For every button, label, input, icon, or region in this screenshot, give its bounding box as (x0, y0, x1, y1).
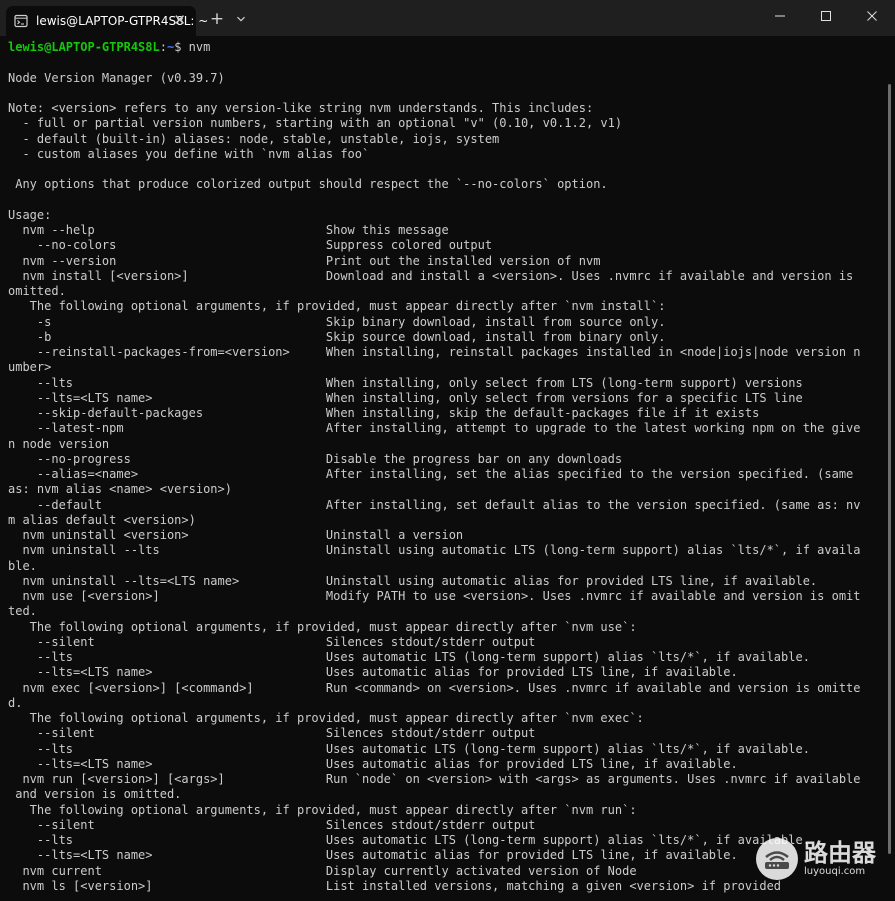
output-line: Any options that produce colorized outpu… (8, 177, 608, 192)
prompt-separator: : (159, 40, 167, 54)
output-line: nvm uninstall <version> Uninstall a vers… (8, 528, 464, 542)
prompt-symbol: $ (174, 40, 189, 54)
output-line: d. (8, 695, 23, 710)
tab-close-icon[interactable]: ✕ (173, 11, 186, 29)
output-line: nvm use [<version>] Modify PATH to use <… (8, 589, 861, 603)
title-bar: lewis@LAPTOP-GTPR4S8L: ~ ✕ + (0, 0, 895, 36)
close-button[interactable] (849, 0, 895, 32)
output-line: The following optional arguments, if pro… (8, 711, 644, 725)
output-line: --lts Uses automatic LTS (long-term supp… (8, 741, 810, 756)
output-line: --lts When installing, only select from … (8, 375, 803, 390)
output-line: --lts=<LTS name> Uses automatic alias fo… (8, 756, 738, 771)
watermark: 路由器 luyouqi.com (756, 834, 886, 884)
output-line: nvm exec [<version>] [<command>] Run <co… (8, 680, 861, 695)
output-line: --alias=<name> After installing, set the… (8, 467, 854, 481)
watermark-en: luyouqi.com (804, 866, 866, 877)
output-line: --lts=<LTS name> When installing, only s… (8, 390, 803, 405)
prompt-line: lewis@LAPTOP-GTPR4S8L:~$ nvm (8, 40, 210, 55)
output-line: omitted. (8, 284, 66, 298)
output-line: --reinstall-packages-from=<version> When… (8, 345, 861, 359)
chevron-down-icon[interactable] (232, 8, 250, 30)
output-line: The following optional arguments, if pro… (8, 619, 637, 634)
output-line: -s Skip binary download, install from so… (8, 314, 666, 329)
watermark-cn: 路由器 (804, 839, 876, 867)
output-line: nvm current Display currently activated … (8, 863, 637, 878)
output-line: m alias default <version>) (8, 512, 196, 527)
output-line: - default (built-in) aliases: node, stab… (8, 131, 500, 146)
output-line: nvm run [<version>] [<args>] Run `node` … (8, 772, 861, 786)
output-line: The following optional arguments, if pro… (8, 299, 666, 314)
scrollbar[interactable] (881, 36, 895, 901)
terminal-output[interactable]: lewis@LAPTOP-GTPR4S8L:~$ nvm Node Versio… (0, 36, 880, 901)
output-line: nvm uninstall --lts=<LTS name> Uninstall… (8, 573, 818, 588)
output-line: nvm uninstall --lts Uninstall using auto… (8, 543, 861, 558)
output-line: The following optional arguments, if pro… (8, 802, 637, 817)
output-line: --lts Uses automatic LTS (long-term supp… (8, 833, 810, 847)
minimize-icon (775, 15, 785, 17)
prompt-user: lewis@LAPTOP-GTPR4S8L (8, 40, 160, 54)
output-line: --silent Silences stdout/stderr output (8, 634, 536, 649)
prompt-command: nvm (188, 40, 211, 54)
output-line: nvm --help Show this message (8, 223, 449, 237)
output-line: --latest-npm After installing, attempt t… (8, 421, 861, 436)
output-line: Note: <version> refers to any version-li… (8, 101, 594, 115)
output-line: n node version (8, 436, 110, 451)
output-line: --lts=<LTS name> Uses automatic alias fo… (8, 848, 738, 863)
output-line: --skip-default-packages When installing,… (8, 406, 760, 420)
output-line: --silent Silences stdout/stderr output (8, 726, 536, 741)
output-line: ted. (8, 604, 37, 619)
output-line: nvm --version Print out the installed ve… (8, 253, 601, 268)
tab-terminal[interactable]: lewis@LAPTOP-GTPR4S8L: ~ ✕ (6, 6, 208, 36)
output-line: --default After installing, set default … (8, 497, 861, 512)
output-line: --no-colors Suppress colored output (8, 238, 493, 253)
terminal-icon (14, 14, 28, 28)
new-tab-button[interactable]: + (204, 8, 230, 30)
output-line: -b Skip source download, install from bi… (8, 329, 666, 344)
output-line: umber> (8, 360, 52, 375)
maximize-button[interactable] (803, 0, 849, 32)
output-line: --lts Uses automatic LTS (long-term supp… (8, 650, 810, 664)
output-line: --no-progress Disable the progress bar o… (8, 451, 623, 466)
output-line: nvm ls [<version>] List installed versio… (8, 878, 782, 893)
output-line: Node Version Manager (v0.39.7) (8, 70, 225, 85)
output-line: - custom aliases you define with `nvm al… (8, 146, 370, 161)
output-line: - full or partial version numbers, start… (8, 116, 623, 131)
output-line: --lts=<LTS name> Uses automatic alias fo… (8, 665, 738, 680)
output-line: nvm install [<version>] Download and ins… (8, 268, 854, 283)
output-line: ble. (8, 558, 37, 573)
router-logo-icon (756, 838, 798, 880)
close-icon (867, 11, 877, 21)
scrollbar-thumb[interactable] (888, 84, 891, 854)
output-line: Usage: (8, 207, 52, 222)
output-line: and version is omitted. (8, 787, 182, 802)
output-line: as: nvm alias <name> <version>) (8, 482, 232, 497)
minimize-button[interactable] (757, 0, 803, 32)
output-line: --silent Silences stdout/stderr output (8, 817, 536, 832)
maximize-icon (821, 11, 831, 21)
